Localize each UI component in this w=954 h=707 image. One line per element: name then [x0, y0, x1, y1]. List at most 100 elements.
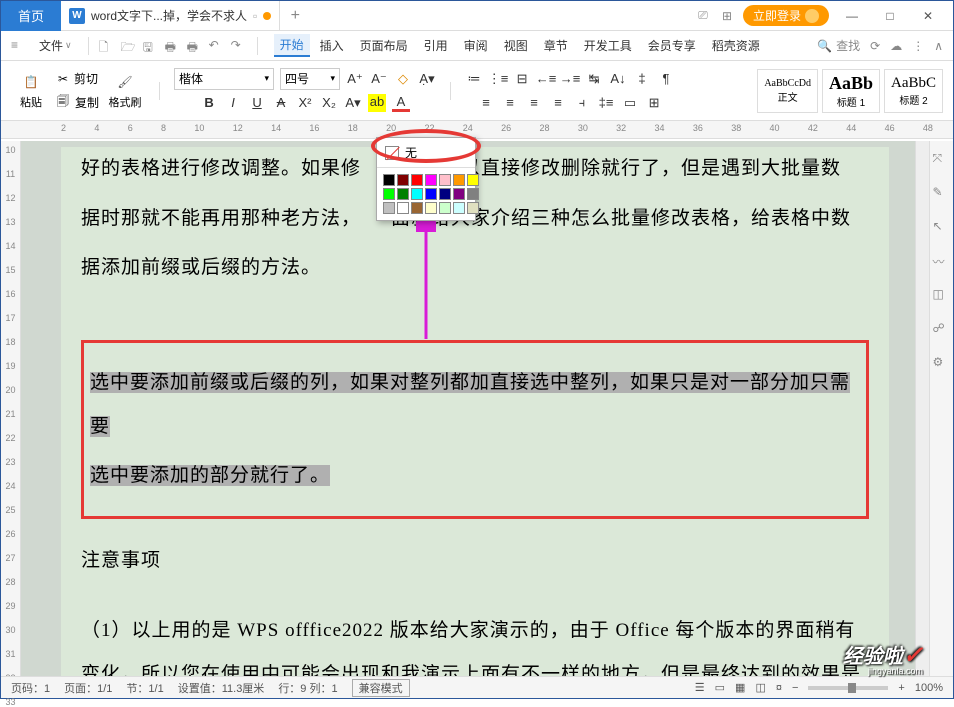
print-preview-icon[interactable]: 🖶: [187, 38, 203, 54]
color-swatch-1[interactable]: [397, 174, 409, 186]
view-web-icon[interactable]: ▦: [735, 681, 745, 694]
underline-button[interactable]: U: [248, 94, 266, 112]
menu-tab-6[interactable]: 章节: [538, 35, 574, 56]
style-box-2[interactable]: AaBbC标题 2: [884, 69, 943, 113]
number-list-button[interactable]: ⋮≡: [489, 70, 507, 88]
color-swatch-9[interactable]: [411, 188, 423, 200]
subscript-button[interactable]: X₂: [320, 94, 338, 112]
menu-icon[interactable]: ≡: [11, 38, 27, 54]
borders-button[interactable]: ⊞: [645, 94, 663, 112]
vertical-ruler[interactable]: 1011121314151617181920212223242526272829…: [1, 141, 21, 676]
shading-button[interactable]: ▭: [621, 94, 639, 112]
multilevel-list-button[interactable]: ⊟: [513, 70, 531, 88]
para-spacing-button[interactable]: ‡: [633, 70, 651, 88]
copy-button[interactable]: 🗐复制: [57, 92, 99, 114]
menu-tab-2[interactable]: 页面布局: [354, 35, 414, 56]
menu-tab-7[interactable]: 开发工具: [578, 35, 638, 56]
new-tab-button[interactable]: +: [280, 7, 310, 25]
change-case-button[interactable]: Ạ▾: [418, 70, 436, 88]
show-marks-button[interactable]: ¶: [657, 70, 675, 88]
menu-tab-8[interactable]: 会员专享: [642, 35, 702, 56]
help-icon[interactable]: ∧: [934, 39, 943, 53]
menu-tab-5[interactable]: 视图: [498, 35, 534, 56]
color-swatch-5[interactable]: [453, 174, 465, 186]
format-painter-button[interactable]: 🖌 格式刷: [105, 66, 145, 116]
horizontal-ruler[interactable]: 2468101214161820222426283032343638404244…: [1, 121, 953, 139]
redo-icon[interactable]: ↷: [231, 38, 247, 54]
tool-pen-icon[interactable]: ✎: [933, 185, 951, 203]
maximize-button[interactable]: □: [875, 4, 905, 28]
open-icon[interactable]: 🗁: [121, 38, 137, 54]
login-button[interactable]: 立即登录: [743, 5, 829, 26]
cloud-icon[interactable]: ☁: [890, 39, 902, 53]
selected-text[interactable]: 选中要添加的部分就行了。: [90, 465, 330, 486]
paste-button[interactable]: 📋 粘贴: [11, 66, 51, 116]
font-size-select[interactable]: 四号▾: [280, 68, 340, 90]
tool-rocket-icon[interactable]: ⤧: [933, 151, 951, 169]
align-left-button[interactable]: ≡: [477, 94, 495, 112]
apps-icon[interactable]: ⊞: [719, 8, 735, 24]
view-read-icon[interactable]: ◫: [755, 681, 765, 694]
undo-icon[interactable]: ↶: [209, 38, 225, 54]
sort-button[interactable]: A↓: [609, 70, 627, 88]
highlight-button[interactable]: ab: [368, 94, 386, 112]
distribute-button[interactable]: ⫞: [573, 94, 591, 112]
color-swatch-14[interactable]: [383, 202, 395, 214]
bullet-list-button[interactable]: ≔: [465, 70, 483, 88]
text-effects-button[interactable]: A▾: [344, 94, 362, 112]
zoom-out-button[interactable]: −: [792, 682, 798, 694]
cut-button[interactable]: ✂剪切: [58, 68, 98, 90]
color-swatch-19[interactable]: [453, 202, 465, 214]
home-tab[interactable]: 首页: [1, 1, 61, 31]
line-spacing-button[interactable]: ‡≡: [597, 94, 615, 112]
align-right-button[interactable]: ≡: [525, 94, 543, 112]
tab-button[interactable]: ↹: [585, 70, 603, 88]
document-tab[interactable]: W word文字下...掉，学会不求人 ▫: [61, 1, 280, 31]
status-page[interactable]: 页面：1/1: [64, 680, 112, 696]
font-select[interactable]: 楷体▾: [174, 68, 274, 90]
style-box-1[interactable]: AaBb标题 1: [822, 69, 880, 113]
eye-care-icon[interactable]: ¤: [776, 682, 782, 694]
color-swatch-10[interactable]: [425, 188, 437, 200]
no-color-option[interactable]: 无: [377, 138, 475, 168]
menu-tab-1[interactable]: 插入: [314, 35, 350, 56]
tool-select-icon[interactable]: ↖: [933, 219, 951, 237]
collapse-ribbon-icon[interactable]: ⋮: [912, 39, 924, 53]
strikethrough-button[interactable]: A: [272, 94, 290, 112]
vertical-scrollbar[interactable]: [915, 141, 929, 676]
color-swatch-12[interactable]: [453, 188, 465, 200]
color-swatch-17[interactable]: [425, 202, 437, 214]
color-swatch-7[interactable]: [383, 188, 395, 200]
file-menu[interactable]: 文件∨: [33, 35, 78, 56]
increase-font-button[interactable]: A⁺: [346, 70, 364, 88]
zoom-in-button[interactable]: +: [898, 682, 904, 694]
sync-icon[interactable]: ⟳: [870, 39, 880, 53]
menu-tab-0[interactable]: 开始: [274, 34, 310, 57]
color-swatch-3[interactable]: [425, 174, 437, 186]
color-swatch-18[interactable]: [439, 202, 451, 214]
decrease-indent-button[interactable]: ←≡: [537, 70, 555, 88]
align-center-button[interactable]: ≡: [501, 94, 519, 112]
decrease-font-button[interactable]: A⁻: [370, 70, 388, 88]
new-icon[interactable]: 🗋: [99, 38, 115, 54]
increase-indent-button[interactable]: →≡: [561, 70, 579, 88]
menu-tab-4[interactable]: 审阅: [458, 35, 494, 56]
selected-text[interactable]: 选中要添加前缀或后缀的列，如果对整列都加直接选中整列，如果只是对一部分加只需要: [90, 372, 850, 437]
menu-tab-3[interactable]: 引用: [418, 35, 454, 56]
tool-cube-icon[interactable]: ◫: [933, 287, 951, 305]
color-swatch-4[interactable]: [439, 174, 451, 186]
italic-button[interactable]: I: [224, 94, 242, 112]
print-icon[interactable]: 🖶: [165, 38, 181, 54]
clear-format-button[interactable]: ◇: [394, 70, 412, 88]
view-outline-icon[interactable]: ☰: [695, 681, 705, 694]
view-page-icon[interactable]: ▭: [715, 681, 725, 694]
save-icon[interactable]: 🖫: [143, 38, 159, 54]
color-swatch-8[interactable]: [397, 188, 409, 200]
color-swatch-20[interactable]: [467, 202, 479, 214]
color-swatch-13[interactable]: [467, 188, 479, 200]
color-swatch-15[interactable]: [397, 202, 409, 214]
tool-link-icon[interactable]: ☍: [933, 321, 951, 339]
status-page-no[interactable]: 页码：1: [11, 680, 50, 696]
minimize-button[interactable]: —: [837, 4, 867, 28]
tool-settings-icon[interactable]: ⚙: [933, 355, 951, 373]
